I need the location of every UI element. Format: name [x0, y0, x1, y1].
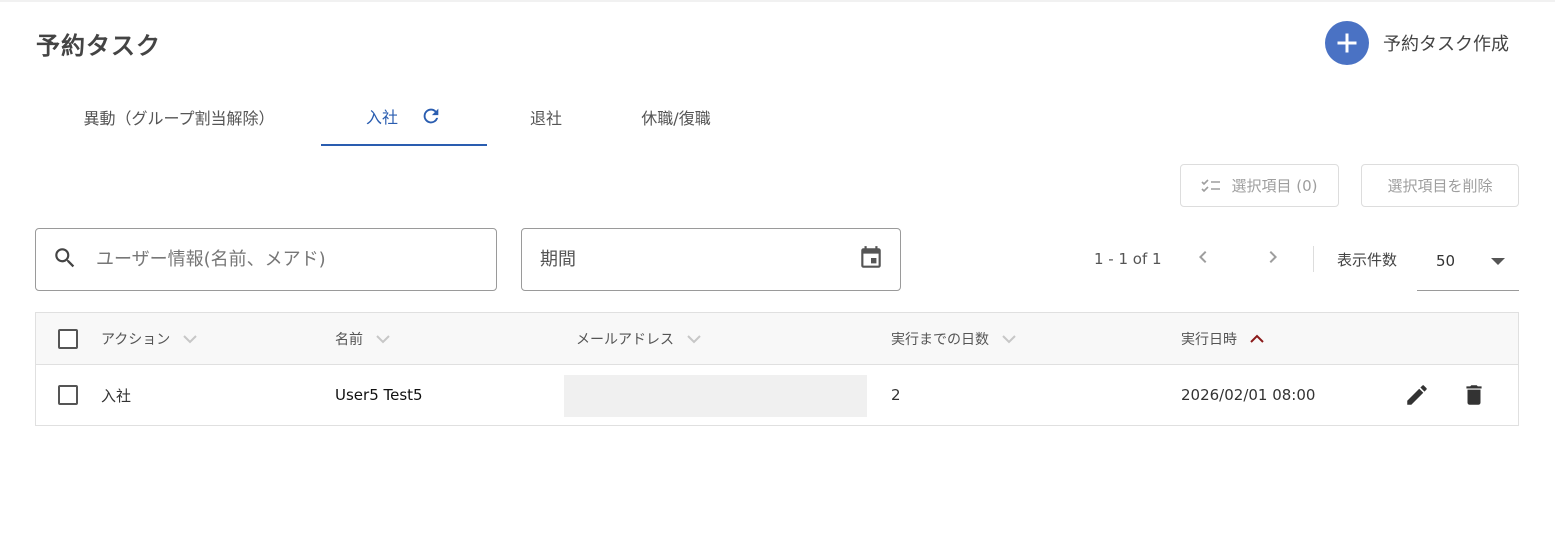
column-header-name-label[interactable]: 名前: [335, 329, 363, 349]
tab-transfer[interactable]: 異動（グループ割当解除）: [72, 88, 286, 146]
search-icon: [52, 245, 78, 275]
chevron-left-icon[interactable]: [1191, 245, 1215, 273]
delete-selected-button[interactable]: 選択項目を削除: [1361, 164, 1519, 207]
column-header-days[interactable]: 実行までの日数: [891, 313, 1017, 365]
selected-items-button[interactable]: 選択項目 (0): [1180, 164, 1339, 207]
column-header-action[interactable]: アクション: [101, 313, 198, 365]
create-task-button[interactable]: 予約タスク作成: [1325, 21, 1509, 65]
row-email-redacted: [564, 375, 867, 417]
page-title: 予約タスク: [36, 32, 161, 60]
edit-icon[interactable]: [1403, 381, 1431, 409]
column-header-action-label[interactable]: アクション: [101, 329, 170, 349]
row-checkbox-cell: [58, 365, 78, 425]
checklist-icon: [1201, 178, 1221, 194]
dropdown-arrow-icon[interactable]: [1491, 252, 1505, 270]
top-border: [0, 0, 1555, 2]
tab-leaving-label[interactable]: 退社: [530, 105, 562, 129]
column-header-email-label[interactable]: メールアドレス: [576, 329, 674, 349]
tab-transfer-label[interactable]: 異動（グループ割当解除）: [83, 105, 274, 129]
column-header-email[interactable]: メールアドレス: [576, 313, 702, 365]
tab-leave-return-label[interactable]: 休職/復職: [641, 105, 710, 129]
pagination-range: 1 - 1 of 1: [1094, 250, 1162, 268]
tab-leaving[interactable]: 退社: [518, 88, 574, 146]
tasks-table: アクション 名前 メールアドレス 実行までの日数 実行日時 入社 User5 T…: [35, 312, 1519, 426]
calendar-icon[interactable]: [858, 245, 884, 275]
plus-icon[interactable]: [1325, 21, 1369, 65]
select-all-checkbox-cell: [58, 313, 78, 365]
row-action: 入社: [101, 386, 132, 405]
row-days: 2: [891, 386, 901, 404]
chevron-up-icon[interactable]: [1249, 334, 1265, 344]
select-all-checkbox[interactable]: [58, 329, 78, 349]
chevron-down-icon[interactable]: [182, 334, 198, 344]
pagination-divider: [1313, 246, 1314, 272]
delete-selected-label[interactable]: 選択項目を削除: [1387, 175, 1492, 196]
period-input[interactable]: [540, 249, 820, 270]
column-header-name[interactable]: 名前: [335, 313, 391, 365]
tab-joining-label[interactable]: 入社: [366, 104, 398, 128]
table-header: アクション 名前 メールアドレス 実行までの日数 実行日時: [36, 313, 1518, 365]
table-row: 入社 User5 Test5 2 2026/02/01 08:00: [36, 365, 1518, 425]
trash-icon[interactable]: [1460, 381, 1488, 409]
chevron-down-icon[interactable]: [686, 334, 702, 344]
row-name: User5 Test5: [335, 386, 423, 404]
column-header-datetime-label[interactable]: 実行日時: [1181, 329, 1237, 349]
row-checkbox[interactable]: [58, 385, 78, 405]
per-page-value[interactable]: 50: [1436, 252, 1455, 270]
tab-joining[interactable]: 入社: [321, 88, 487, 146]
period-field[interactable]: [521, 228, 901, 291]
search-field[interactable]: [35, 228, 497, 291]
selected-items-label[interactable]: 選択項目 (0): [1231, 175, 1317, 196]
per-page-label: 表示件数: [1337, 251, 1398, 269]
prev-page-button[interactable]: [1191, 247, 1215, 271]
row-datetime: 2026/02/01 08:00: [1181, 386, 1316, 404]
next-page-button[interactable]: [1261, 247, 1285, 271]
tab-leave-return[interactable]: 休職/復職: [626, 88, 726, 146]
create-task-label[interactable]: 予約タスク作成: [1383, 30, 1509, 56]
tab-bar: 異動（グループ割当解除） 入社 退社 休職/復職: [36, 88, 736, 146]
column-header-datetime[interactable]: 実行日時: [1181, 313, 1265, 365]
refresh-icon[interactable]: [420, 105, 442, 127]
chevron-down-icon[interactable]: [1001, 334, 1017, 344]
per-page-select[interactable]: 50: [1417, 232, 1519, 291]
search-input[interactable]: [96, 249, 456, 270]
chevron-right-icon[interactable]: [1261, 245, 1285, 273]
chevron-down-icon[interactable]: [375, 334, 391, 344]
column-header-days-label[interactable]: 実行までの日数: [891, 329, 989, 349]
